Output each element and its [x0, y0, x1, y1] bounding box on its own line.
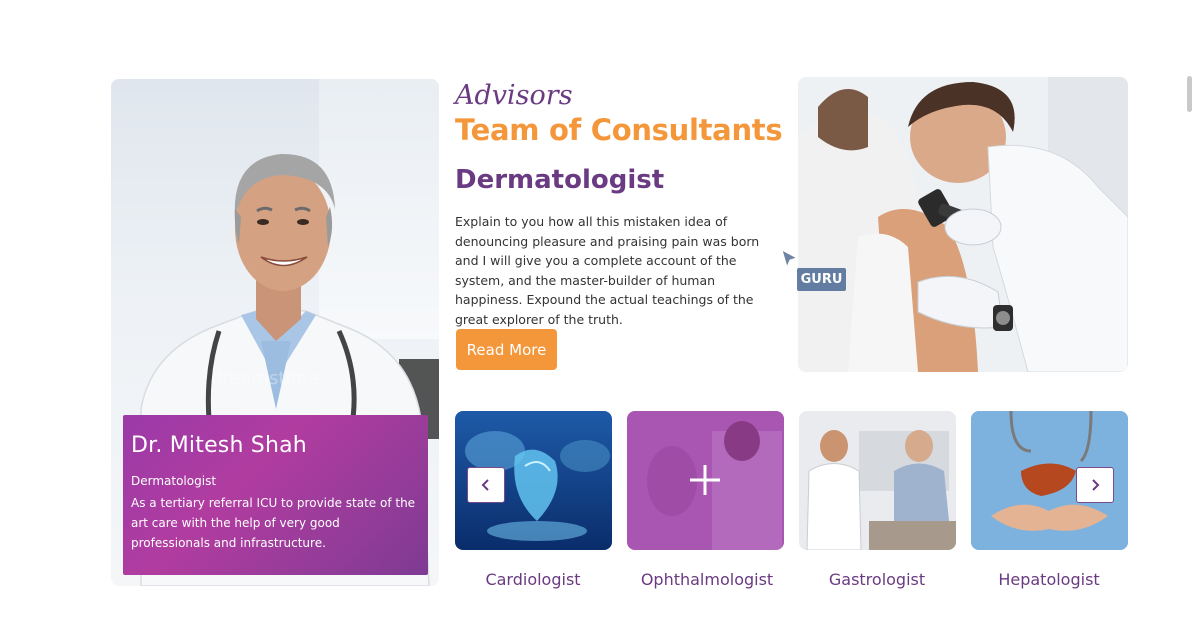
carousel-prev-button[interactable]	[467, 467, 505, 503]
specialty-label-ophthalmologist[interactable]: Ophthalmologist	[621, 570, 793, 589]
specialty-tile-gastrologist[interactable]	[799, 411, 956, 550]
svg-text:dreamstime: dreamstime	[211, 368, 319, 389]
doctor-description: As a tertiary referral ICU to provide st…	[131, 496, 416, 550]
doctor-caption: Dr. Mitesh Shah Dermatologist As a terti…	[123, 415, 428, 575]
chevron-right-icon	[1092, 479, 1100, 491]
specialty-tile-cardiologist[interactable]	[455, 411, 612, 550]
dermatology-photo	[798, 77, 1128, 372]
specialty-tile-ophthalmologist[interactable]	[627, 411, 784, 550]
guru-tag: GURU	[797, 268, 846, 291]
plus-icon	[690, 465, 720, 495]
specialty-description: Explain to you how all this mistaken ide…	[455, 214, 760, 327]
featured-doctor-card[interactable]: dreamstime Dr. Mitesh Shah Dermatologist…	[111, 79, 439, 586]
read-more-button[interactable]: Read More	[456, 329, 557, 370]
section-title: Team of Consultants	[455, 113, 783, 147]
patient-consult-image	[799, 411, 956, 550]
cursor-icon	[781, 249, 799, 269]
page-scrollbar[interactable]	[1187, 76, 1192, 112]
carousel-next-button[interactable]	[1076, 467, 1114, 503]
dermatology-illustration	[798, 77, 1128, 372]
specialty-heading: Dermatologist	[455, 165, 665, 195]
specialty-label-gastrologist[interactable]: Gastrologist	[791, 570, 963, 589]
specialty-label-hepatologist[interactable]: Hepatologist	[963, 570, 1135, 589]
specialty-tile-hepatologist[interactable]	[971, 411, 1128, 550]
specialty-label-cardiologist[interactable]: Cardiologist	[447, 570, 619, 589]
chevron-left-icon	[481, 479, 489, 491]
section-kicker: Advisors	[455, 80, 573, 111]
doctor-role: Dermatologist	[131, 474, 217, 488]
doctor-name: Dr. Mitesh Shah	[131, 433, 307, 458]
